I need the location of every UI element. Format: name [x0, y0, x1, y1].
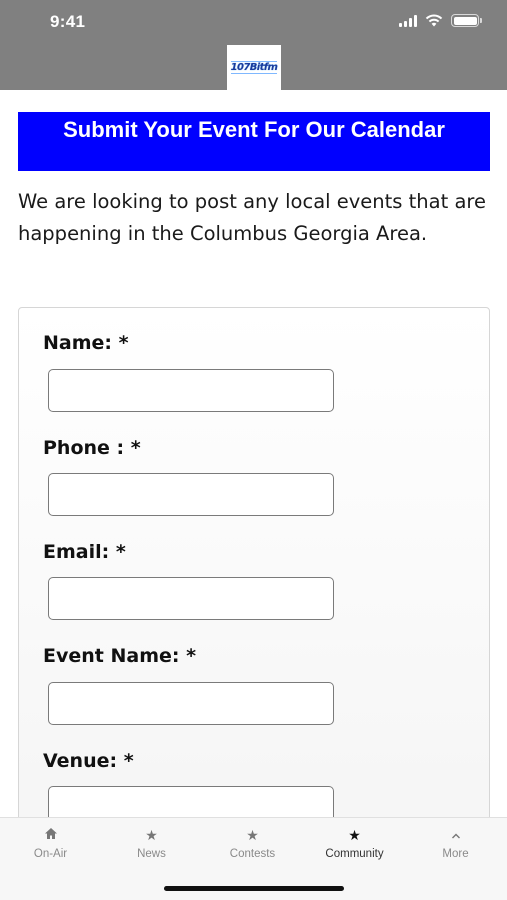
home-icon: [0, 826, 101, 844]
page-title-banner: Submit Your Event For Our Calendar: [18, 112, 490, 171]
station-logo[interactable]: 107Bitfm: [227, 45, 281, 90]
tab-community[interactable]: ★ Community: [304, 826, 405, 860]
app-header: 9:41 107Bitfm: [0, 0, 507, 90]
tab-label: On-Air: [33, 848, 68, 860]
event-name-input[interactable]: [48, 682, 334, 725]
battery-icon: [451, 14, 482, 27]
name-input[interactable]: [48, 369, 334, 412]
event-form: Name: * Phone : * Email: * Event Name: *…: [18, 307, 490, 847]
event-name-label: Event Name: *: [43, 645, 197, 667]
star-icon: ★: [246, 827, 259, 843]
star-icon: ★: [348, 827, 361, 843]
email-input[interactable]: [48, 577, 334, 620]
status-time: 9:41: [50, 12, 86, 31]
tab-label: News: [137, 848, 166, 860]
intro-text: We are looking to post any local events …: [18, 190, 486, 245]
home-indicator[interactable]: [164, 886, 344, 891]
logo-text: 107Bitfm: [230, 61, 278, 74]
tab-label: Community: [325, 848, 384, 860]
name-label: Name: *: [43, 332, 129, 354]
phone-input[interactable]: [48, 473, 334, 516]
chevron-up-icon: [405, 826, 506, 844]
wifi-icon: [425, 14, 443, 27]
tab-more[interactable]: More: [405, 826, 506, 860]
phone-label: Phone : *: [43, 437, 141, 459]
status-icons: [399, 14, 482, 27]
star-icon: ★: [145, 827, 158, 843]
tab-contests[interactable]: ★ Contests: [202, 826, 303, 860]
tab-news[interactable]: ★ News: [101, 826, 202, 860]
tab-label: Contests: [229, 848, 276, 860]
tab-on-air[interactable]: On-Air: [0, 826, 101, 860]
tab-label: More: [442, 848, 469, 860]
cellular-signal-icon: [399, 14, 417, 27]
email-label: Email: *: [43, 541, 126, 563]
venue-label: Venue: *: [43, 750, 134, 772]
